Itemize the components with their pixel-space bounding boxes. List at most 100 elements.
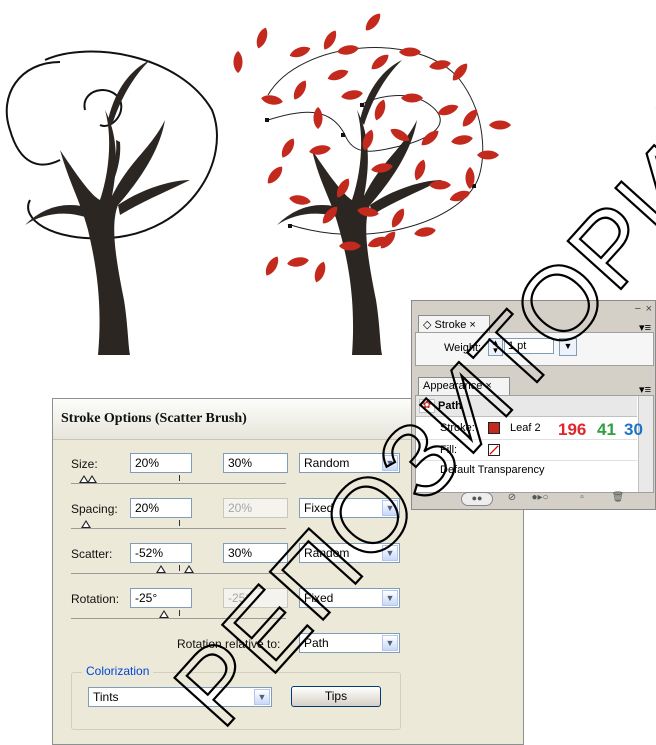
close-tab-icon[interactable]: × <box>485 380 491 392</box>
path-thumbnail-icon: ✿ <box>419 399 435 413</box>
scatter-max-field[interactable]: 30% <box>223 543 288 563</box>
chevron-down-icon[interactable]: ▼ <box>559 338 577 356</box>
weight-input[interactable]: 1 pt <box>504 338 554 354</box>
scatter-min-slider-handle[interactable] <box>156 565 166 573</box>
colorization-group: Colorization Tints ▼ Tips <box>71 664 401 730</box>
appearance-transparency-row[interactable]: Default Transparency <box>416 461 637 479</box>
scatter-min-field[interactable]: -52% <box>130 543 192 563</box>
leaf-mark <box>261 95 283 105</box>
leaf-mark <box>391 208 405 228</box>
clear-appearance-icon[interactable]: ⊘ <box>505 492 519 504</box>
leaf-mark <box>267 166 283 184</box>
reduce-to-basic-appearance-icon[interactable]: ●▸○ <box>527 492 553 504</box>
leaf-mark <box>489 120 511 130</box>
leaf-mark <box>401 93 423 103</box>
scatter-slider-track[interactable] <box>71 573 286 574</box>
appearance-object-row[interactable]: ✿ Path <box>416 396 637 417</box>
leaf-mark <box>341 90 363 100</box>
stroke-brush-name: Leaf 2 <box>510 422 541 434</box>
rotation-label: Rotation: <box>71 592 120 606</box>
chevron-down-icon[interactable]: ▼ <box>382 635 398 651</box>
duplicate-item-icon[interactable]: ▫ <box>575 492 589 504</box>
chevron-down-icon[interactable]: ▼ <box>382 545 398 561</box>
appearance-panel-body: ✿ Path Stroke: Leaf 2 Fill: Default Tran… <box>415 395 654 493</box>
chevron-down-icon[interactable]: ▼ <box>382 590 398 606</box>
rotation-mode-select[interactable]: Fixed ▼ <box>299 588 400 608</box>
rotation-min-field[interactable]: -25° <box>130 588 192 608</box>
chevron-down-icon[interactable]: ▼ <box>254 689 270 705</box>
leaf-mark <box>289 195 311 205</box>
leaf-mark <box>371 54 389 70</box>
scatter-slider-tick <box>179 565 180 571</box>
scatter-mode-value: Random <box>304 546 350 560</box>
rotation-max-field: -25° <box>223 588 288 608</box>
leaf-mark <box>414 227 436 237</box>
appearance-fill-row[interactable]: Fill: <box>416 440 637 461</box>
leaf-mark <box>365 13 381 31</box>
stroke-swatch[interactable] <box>488 422 500 434</box>
size-slider-tick <box>179 475 180 481</box>
colorization-legend: Colorization <box>82 664 154 678</box>
spacing-slider-track[interactable] <box>71 528 286 529</box>
rotation-relative-label: Rotation relative to: <box>177 637 281 651</box>
leaf-mark <box>374 99 386 121</box>
stroke-label: Stroke: <box>440 422 475 434</box>
colorization-method-value: Tints <box>93 690 119 704</box>
rotation-slider-track[interactable] <box>71 618 286 619</box>
spacing-label: Spacing: <box>71 502 118 516</box>
weight-stepper-icon[interactable]: ▲ ▼ <box>488 338 503 356</box>
rotation-relative-select[interactable]: Path ▼ <box>299 633 400 653</box>
tab-appearance[interactable]: Appearance × <box>418 377 510 395</box>
scatter-mode-select[interactable]: Random ▼ <box>299 543 400 563</box>
close-tab-icon[interactable]: × <box>469 319 475 331</box>
fill-none-swatch[interactable] <box>488 444 500 456</box>
chevron-down-icon[interactable]: ▼ <box>382 500 398 516</box>
leaf-mark <box>293 80 307 100</box>
default-transparency-label: Default Transparency <box>440 464 545 476</box>
spacing-max-field: 20% <box>223 498 288 518</box>
size-min-field[interactable]: 20% <box>130 453 192 473</box>
leaf-mark <box>421 130 439 146</box>
chevron-down-icon[interactable]: ▼ <box>382 455 398 471</box>
scatter-label: Scatter: <box>71 547 113 561</box>
leaf-mark <box>429 60 451 70</box>
scatter-max-slider-handle[interactable] <box>184 565 194 573</box>
leaf-mark <box>477 150 499 160</box>
appearance-scrollbar[interactable] <box>638 396 653 492</box>
leaf-mark <box>327 69 349 81</box>
rotation-slider-handle[interactable] <box>159 610 169 618</box>
size-label: Size: <box>71 457 98 471</box>
spacing-mode-select[interactable]: Fixed ▼ <box>299 498 400 518</box>
leaf-mark <box>399 47 421 57</box>
size-slider-track[interactable] <box>71 483 286 484</box>
new-art-maintains-appearance-icon[interactable]: ●● <box>461 492 493 506</box>
close-icon[interactable]: × <box>646 303 652 315</box>
leaf-mark <box>414 159 426 181</box>
rotation-slider-tick <box>179 610 180 616</box>
minimize-icon[interactable]: − <box>635 303 641 315</box>
tab-appearance-label: Appearance <box>423 380 483 392</box>
leaf-mark <box>265 256 279 276</box>
trash-icon[interactable]: 🗑 <box>611 492 625 504</box>
tips-button[interactable]: Tips <box>291 686 381 707</box>
leaf-mark <box>287 257 309 267</box>
rotation-mode-value: Fixed <box>304 591 334 605</box>
tab-stroke[interactable]: ◇ Stroke × <box>418 315 490 333</box>
appearance-object-name: Path <box>438 400 462 412</box>
spacing-min-field[interactable]: 20% <box>130 498 192 518</box>
colorization-method-select[interactable]: Tints ▼ <box>88 687 272 707</box>
rotation-relative-value: Path <box>304 636 329 650</box>
fill-label: Fill: <box>440 444 458 456</box>
leaf-mark <box>281 138 295 158</box>
leaf-mark <box>337 45 359 55</box>
tab-stroke-label: Stroke <box>434 319 467 331</box>
size-max-slider-handle[interactable] <box>87 475 97 483</box>
leaf-scatter <box>233 13 511 283</box>
size-max-field[interactable]: 30% <box>223 453 288 473</box>
size-mode-select[interactable]: Random ▼ <box>299 453 400 473</box>
leaf-mark <box>314 261 326 283</box>
leaf-mark <box>256 27 268 49</box>
spacing-mode-value: Fixed <box>304 501 334 515</box>
spacing-slider-handle[interactable] <box>81 520 91 528</box>
leaf-mark <box>451 135 473 145</box>
